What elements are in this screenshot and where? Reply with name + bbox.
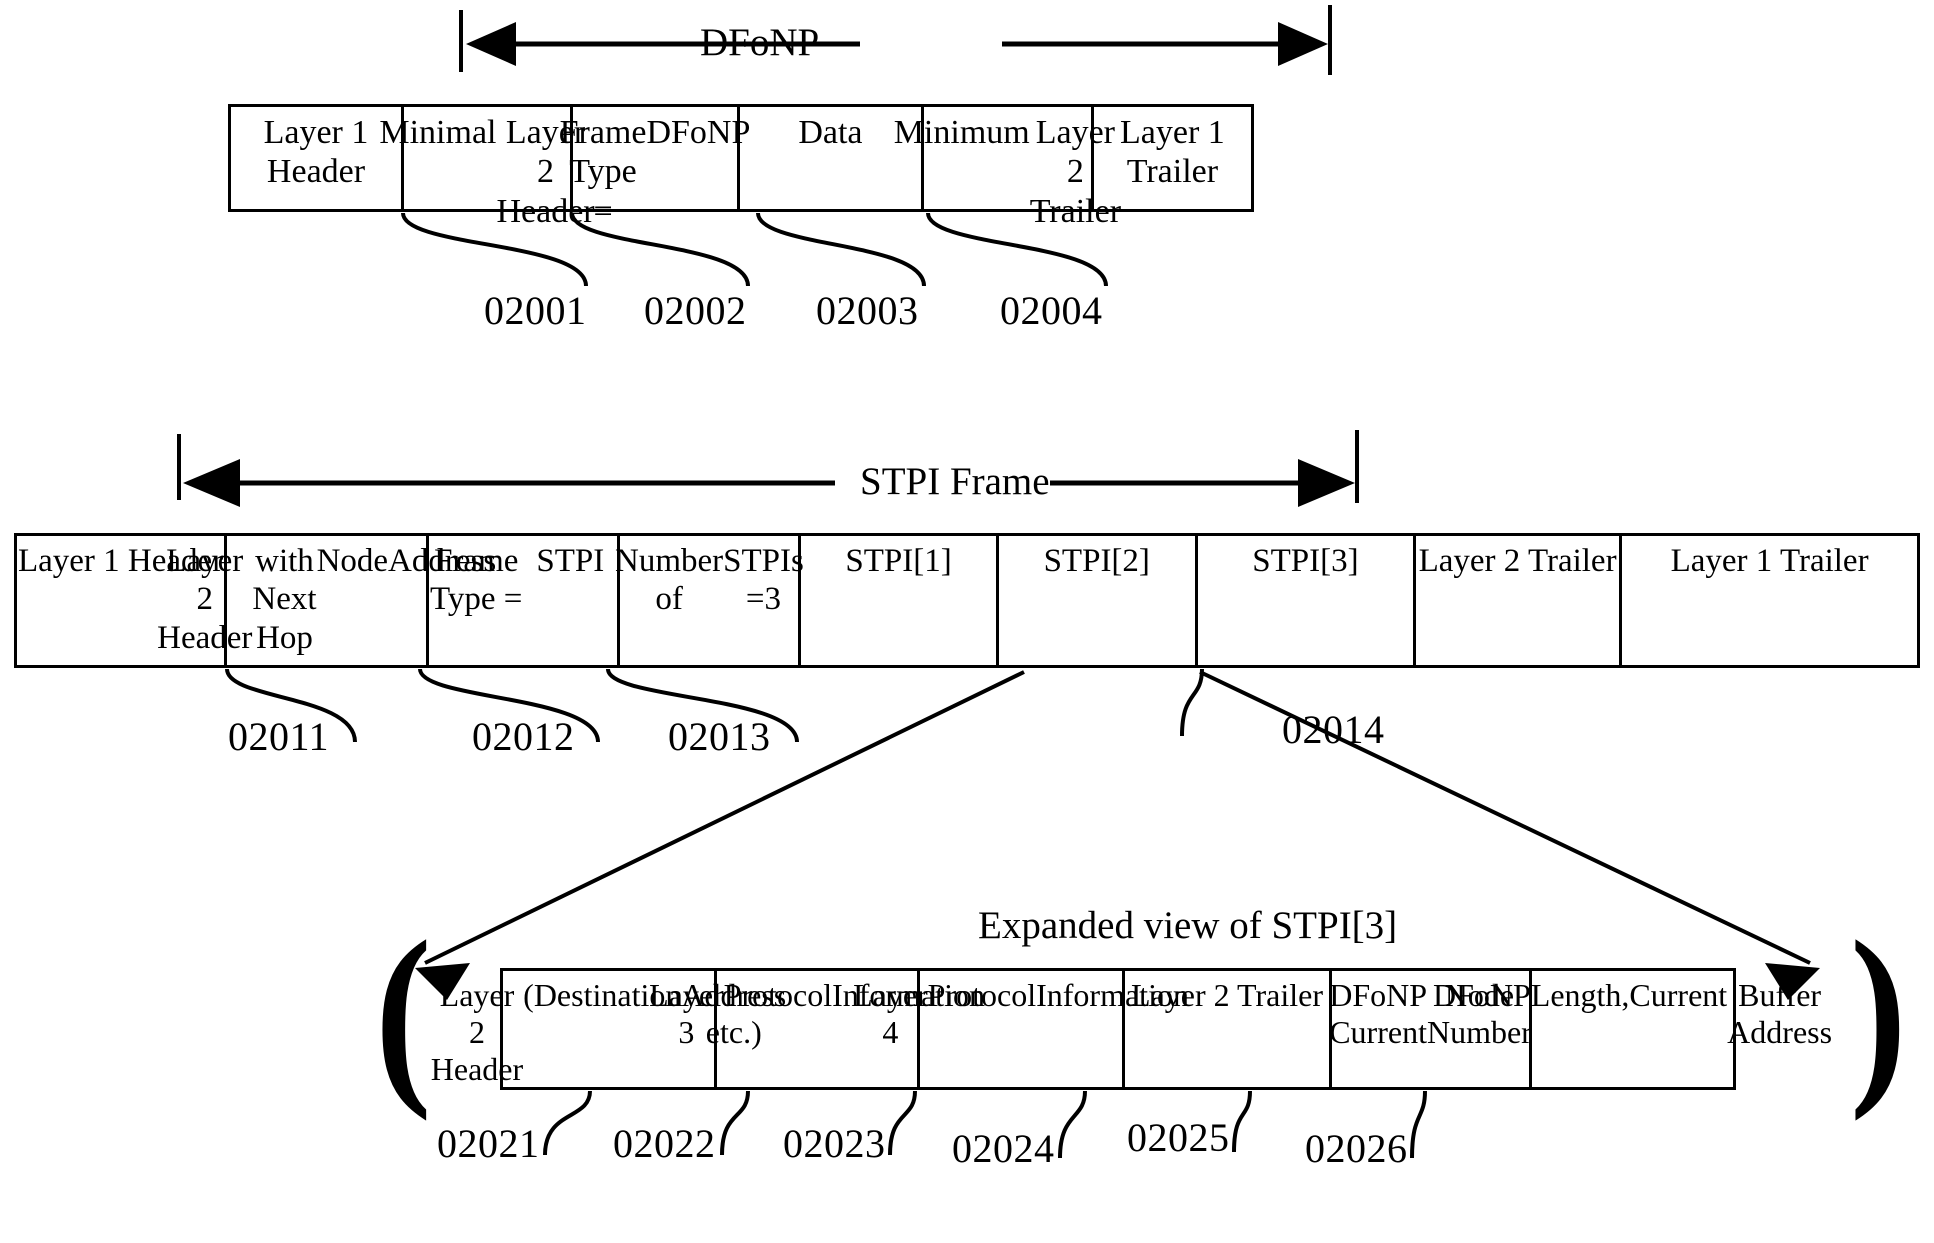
ref-number-02024: 02024: [952, 1126, 1055, 1171]
ref-number-02022: 02022: [613, 1121, 716, 1166]
stpi-field-frame-type: Frame Type = STPI: [429, 536, 621, 665]
bracket-left-paren: (: [374, 901, 432, 1122]
ref-number-02026: 02026: [1305, 1126, 1408, 1171]
ref-number-02002: 02002: [644, 288, 747, 333]
stpi3-expansion-connectors: [415, 670, 1820, 1000]
ref-number-02023: 02023: [783, 1121, 886, 1166]
dfonp-span-label: DFoNP: [700, 21, 820, 64]
dfonp-field-layer1-trailer: Layer 1 Trailer: [1120, 114, 1225, 191]
ref-number-02003: 02003: [816, 288, 919, 333]
ref-number-02013: 02013: [668, 714, 771, 759]
expanded-field-layer2-trailer: Layer 2 Trailer: [1125, 971, 1332, 1087]
ref-number-02011: 02011: [228, 714, 330, 759]
bracket-right-paren: ): [1849, 901, 1907, 1122]
dfonp-frame-row: Layer 1 Header Minimal Layer 2 Header Fr…: [228, 104, 1254, 230]
stpi-field-layer1-trailer: Layer 1 Trailer: [1670, 543, 1869, 579]
stpi-field-stpi-2: STPI[2]: [999, 536, 1198, 665]
dfonp-span-arrow: [459, 5, 1332, 75]
expanded-field-dfonp-length-buffer-address: DFoNP Length,Current Buffer Address: [1432, 977, 1833, 1051]
ref-number-02001: 02001: [484, 288, 587, 333]
dfonp-field-frame-type: Frame Type = DFoNP: [560, 107, 750, 230]
ref-number-02012: 02012: [472, 714, 575, 759]
dfonp-field-minimal-layer2-header: Minimal Layer 2 Header: [379, 107, 595, 230]
stpi-span-label: STPI Frame: [860, 460, 1050, 503]
stpi-field-number-of-stpis: Number of STPIs =3: [615, 536, 804, 665]
stpi-frame-row: Layer 1 Header Layer 2 Header with Next …: [14, 533, 1920, 668]
expanded-view-title: Expanded view of STPI[3]: [978, 904, 1398, 947]
figure-canvas: DFoNP Layer 1 Header Minimal Layer 2 Hea…: [0, 0, 1934, 1243]
stpi-field-stpi-1: STPI[1]: [801, 536, 999, 665]
dfonp-field-minimum-layer2-trailer: Minimum Layer 2 Trailer: [894, 107, 1121, 230]
expanded-field-layer4-protocol-information: Layer 4 Protocol Information: [853, 971, 1189, 1087]
stpi-field-layer2-header-nexthop: Layer 2 Header with Next Hop NodeAddress: [157, 536, 496, 665]
stpi-field-stpi-3: STPI[3]: [1198, 536, 1416, 665]
ref-number-02014: 02014: [1282, 707, 1385, 752]
dfonp-field-layer1-header: Layer 1 Header: [231, 107, 404, 209]
stpi-field-layer2-trailer: Layer 2 Trailer: [1416, 536, 1623, 665]
stpi-span-arrow: [177, 430, 1359, 507]
ref-number-02025: 02025: [1127, 1115, 1230, 1160]
ref-number-02021: 02021: [437, 1121, 540, 1166]
expanded-stpi3-row: Layer 2 Header (Destination Address etc.…: [431, 968, 1833, 1090]
ref-number-02004: 02004: [1000, 288, 1103, 333]
